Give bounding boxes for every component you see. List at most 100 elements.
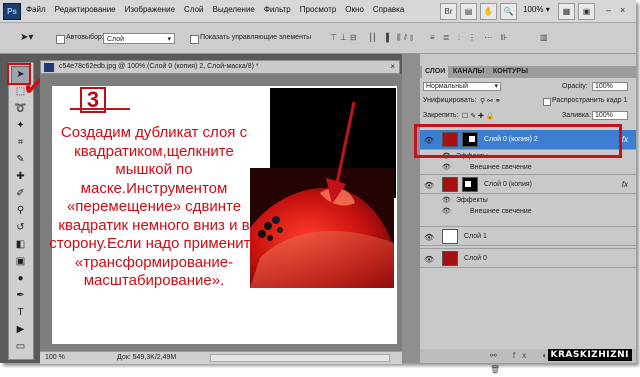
healing-brush-icon[interactable]: ✚: [12, 169, 29, 185]
layer-row[interactable]: 👁 Слой 0: [420, 248, 636, 268]
gradient-tool-icon[interactable]: ▣: [12, 254, 29, 270]
menu-filter[interactable]: Фильтр: [264, 5, 291, 14]
tab-layers[interactable]: СЛОИ: [422, 66, 449, 78]
align-icons[interactable]: ⊤⊥⊟ ▕▏▐ ⫼⫽⫾: [330, 33, 416, 43]
instruction-text: Создадим дубликат слоя с квадратиком,щел…: [49, 124, 259, 289]
eye-small-icon[interactable]: 👁: [442, 162, 451, 173]
fx-icon[interactable]: fx: [622, 180, 628, 189]
effects-label: Эффекты: [456, 197, 488, 204]
menu-items: Файл Редактирование Изображение Слой Выд…: [26, 5, 413, 14]
photoshop-logo: Ps: [3, 3, 21, 20]
magic-wand-icon[interactable]: ✦: [12, 118, 29, 134]
opacity-input[interactable]: 100%: [592, 82, 628, 91]
hand-tool-icon[interactable]: ✋: [480, 3, 497, 20]
tab-paths[interactable]: КОНТУРЫ: [490, 66, 531, 78]
document-close-icon[interactable]: ×: [390, 62, 395, 71]
layer-row[interactable]: 👁 Слой 0 (копия) fx: [420, 174, 636, 194]
visibility-eye-icon[interactable]: 👁: [424, 181, 434, 190]
effect-row[interactable]: 👁 Внешнее свечение: [420, 206, 636, 217]
fx-icon[interactable]: fx: [622, 135, 628, 144]
watermark: KRASKIZHIZNI: [547, 349, 632, 361]
crop-tool-icon[interactable]: ⌗: [12, 135, 29, 151]
distribute-icons[interactable]: ≡ ≣ ⫶ ⋮ ⋯ ⊪: [430, 33, 510, 43]
layer-thumbnail: [442, 251, 458, 266]
arrange-icon[interactable]: ▣: [578, 3, 595, 20]
type-tool-icon[interactable]: T: [12, 305, 29, 321]
layer-row[interactable]: 👁 Слой 1: [420, 226, 636, 246]
eye-small-icon[interactable]: 👁: [442, 206, 451, 217]
layer-thumbnail: [442, 177, 458, 192]
menu-select[interactable]: Выделение: [212, 5, 254, 14]
status-bar: 100 % Док: 549,3K/2,49M: [40, 351, 402, 364]
menu-help[interactable]: Справка: [373, 5, 404, 14]
opacity-label: Opacity:: [562, 83, 588, 90]
options-bar: ➤▾ Автовыбор: Слой ▾ Показать управляющие…: [0, 23, 636, 54]
effects-row[interactable]: 👁 Эффекты: [420, 195, 636, 206]
menu-file[interactable]: Файл: [26, 5, 46, 14]
menu-view[interactable]: Просмотр: [300, 5, 337, 14]
autoselect-label: Автовыбор:: [66, 34, 104, 41]
autoselect-checkbox[interactable]: [56, 35, 65, 44]
menu-layer[interactable]: Слой: [184, 5, 203, 14]
panel-dock-strip: [402, 54, 420, 363]
menu-edit[interactable]: Редактирование: [55, 5, 116, 14]
lasso-tool-icon[interactable]: ➰: [12, 101, 29, 117]
layer-name[interactable]: Слой 0: [464, 255, 487, 262]
blend-mode-value: Нормальный: [426, 83, 469, 90]
propagate-checkbox[interactable]: [543, 98, 551, 106]
tab-channels[interactable]: КАНАЛЫ: [450, 66, 487, 78]
effect-label: Внешнее свечение: [470, 208, 532, 215]
bridge-icon[interactable]: Br: [440, 3, 457, 20]
fill-input[interactable]: 100%: [592, 111, 628, 120]
auto-align-icon[interactable]: ▥: [540, 33, 551, 42]
visibility-eye-icon[interactable]: 👁: [424, 255, 434, 264]
history-brush-icon[interactable]: ↺: [12, 220, 29, 236]
unify-icons[interactable]: ⚲ ⚯ ⚭: [480, 97, 501, 105]
eyedropper-icon[interactable]: ✎: [12, 152, 29, 168]
clone-stamp-icon[interactable]: ⚲: [12, 203, 29, 219]
photoshop-window: Ps Файл Редактирование Изображение Слой …: [0, 0, 636, 374]
propagate-label: Распространить кадр 1: [552, 97, 628, 104]
lock-label: Закрепить:: [423, 112, 459, 119]
close-icon[interactable]: ×: [620, 5, 625, 15]
dodge-tool-icon[interactable]: ●: [12, 271, 29, 287]
shape-tool-icon[interactable]: ▭: [12, 339, 29, 355]
grid-icon[interactable]: ▦: [558, 3, 575, 20]
status-zoom[interactable]: 100 %: [45, 354, 65, 361]
document-title: c54e78c62edb.jpg @ 100% (Слой 0 (копия) …: [59, 63, 259, 70]
autoselect-dropdown[interactable]: Слой ▾: [103, 33, 175, 44]
red-arrow-icon: [326, 101, 356, 204]
layer-thumbnail: [442, 229, 458, 244]
show-controls-checkbox[interactable]: [190, 35, 199, 44]
layer-name[interactable]: Слой 0 (копия): [484, 181, 532, 188]
opacity-value: 100%: [595, 83, 613, 90]
document-icon: [44, 63, 54, 72]
menu-window[interactable]: Окно: [345, 5, 364, 14]
eraser-tool-icon[interactable]: ◧: [12, 237, 29, 253]
lock-icons[interactable]: ☐ ✎ ✚ 🔒: [462, 112, 495, 120]
minibridge-icon[interactable]: ▤: [460, 3, 477, 20]
visibility-eye-icon[interactable]: 👁: [424, 233, 434, 242]
horizontal-scrollbar[interactable]: [210, 354, 390, 362]
status-doc-size: Док: 549,3K/2,49M: [117, 354, 177, 361]
show-controls-label: Показать управляющие элементы: [200, 34, 312, 41]
move-tool-preset-icon[interactable]: ➤▾: [20, 32, 33, 43]
unify-label: Унифицировать:: [423, 97, 477, 104]
brush-tool-icon[interactable]: ✐: [12, 186, 29, 202]
layer-name[interactable]: Слой 1: [464, 233, 487, 240]
autoselect-value: Слой: [107, 36, 125, 43]
fill-label: Заливка:: [562, 112, 591, 119]
zoom-tool-icon[interactable]: 🔍: [500, 3, 517, 20]
document-tab[interactable]: c54e78c62edb.jpg @ 100% (Слой 0 (копия) …: [40, 60, 400, 74]
minimize-icon[interactable]: –: [606, 5, 611, 15]
layer-mask-thumbnail[interactable]: [462, 177, 478, 192]
zoom-level-select[interactable]: 100% ▾: [523, 5, 550, 14]
blend-mode-select[interactable]: Нормальный ▾: [423, 82, 501, 91]
path-select-icon[interactable]: ▶: [12, 322, 29, 338]
effect-row[interactable]: 👁 Внешнее свечение: [420, 162, 636, 173]
eye-small-icon[interactable]: 👁: [442, 195, 451, 206]
toolbox: ➤ ⬚ ➰ ✦ ⌗ ✎ ✚ ✐ ⚲ ↺ ◧ ▣ ● ✒ T ▶ ▭: [8, 62, 34, 360]
menu-image[interactable]: Изображение: [125, 5, 175, 14]
pen-tool-icon[interactable]: ✒: [12, 288, 29, 304]
selected-layer-highlight: [414, 124, 622, 158]
